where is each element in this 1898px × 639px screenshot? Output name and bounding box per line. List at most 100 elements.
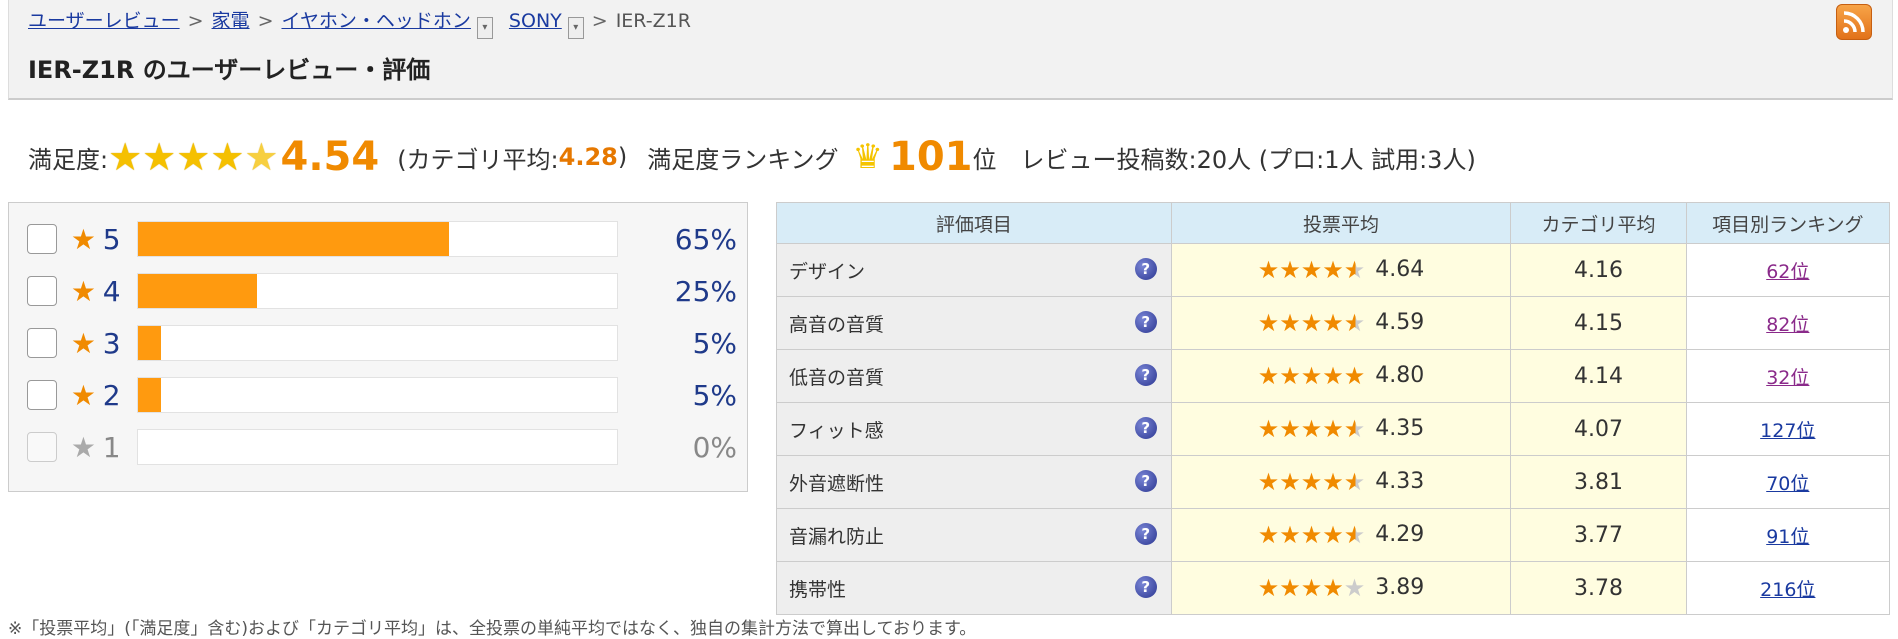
- star-icon: ★: [176, 135, 211, 179]
- question-icon[interactable]: ?: [1134, 364, 1157, 386]
- star-icon: ★: [1343, 309, 1366, 337]
- distribution-percent: 5%: [692, 378, 738, 412]
- table-row: 高音の音質? ★★★★★ 4.59 4.15 82位: [776, 296, 1891, 350]
- criterion-ranking: 216位: [1685, 561, 1891, 615]
- star-icon: ★: [1322, 574, 1344, 602]
- filter-checkbox: [27, 432, 57, 462]
- category-average: 3.81: [1510, 455, 1687, 509]
- criterion-name: 低音の音質?: [776, 349, 1172, 403]
- breadcrumb-link-appliances[interactable]: 家電: [212, 10, 250, 32]
- criterion-name: 外音遮断性?: [776, 455, 1172, 509]
- star-icon: ★: [1343, 521, 1366, 549]
- dropdown-icon[interactable]: ▾: [567, 17, 584, 39]
- satisfaction-label: 満足度:: [28, 145, 109, 174]
- star-icon: ★: [1279, 574, 1301, 602]
- star-icon: ★: [1300, 362, 1323, 390]
- category-average-suffix: ): [617, 143, 628, 171]
- star-icon: ★: [70, 430, 96, 464]
- distribution-bar: [136, 377, 618, 413]
- distribution-percent: 0%: [692, 430, 738, 464]
- vote-average: ★★★★★ 4.64: [1170, 243, 1512, 297]
- breadcrumb-current: IER-Z1R: [615, 10, 691, 32]
- question-icon[interactable]: ?: [1134, 523, 1157, 545]
- filter-checkbox[interactable]: [27, 380, 57, 410]
- question-icon[interactable]: ?: [1134, 258, 1157, 280]
- table-row: 携帯性? ★★★★★ 3.89 3.78 216位: [776, 561, 1891, 615]
- ranking-link[interactable]: 70位: [1766, 473, 1809, 495]
- filter-checkbox[interactable]: [27, 224, 57, 254]
- dropdown-icon[interactable]: ▾: [476, 17, 493, 39]
- distribution-bar: [136, 429, 618, 465]
- star-icon: ★: [1279, 362, 1301, 390]
- distribution-bar-fill: [137, 378, 162, 412]
- table-header: 評価項目: [776, 202, 1172, 244]
- table-header-row: 評価項目 投票平均 カテゴリ平均 項目別ランキング: [776, 202, 1891, 244]
- criterion-label: フィット感: [789, 419, 884, 442]
- ranking-link[interactable]: 62位: [1766, 261, 1809, 283]
- category-average: 4.16: [1510, 243, 1687, 297]
- distribution-row: ★ 4 25%: [27, 271, 737, 311]
- question-icon[interactable]: ?: [1134, 417, 1157, 439]
- star-icon: ★: [1257, 521, 1280, 549]
- criterion-name: 音漏れ防止?: [776, 508, 1172, 562]
- filter-checkbox[interactable]: [27, 276, 57, 306]
- filter-checkbox[interactable]: [27, 328, 57, 358]
- distribution-bar: [136, 273, 618, 309]
- vote-average-value: 4.35: [1375, 416, 1425, 441]
- breadcrumb-separator: >: [591, 10, 608, 32]
- ranking-link[interactable]: 216位: [1760, 579, 1815, 601]
- ranking-link[interactable]: 127位: [1760, 420, 1815, 442]
- category-average: 4.07: [1510, 402, 1687, 456]
- breadcrumb-link-earphones[interactable]: イヤホン・ヘッドホン: [281, 10, 470, 32]
- star-level: 2: [102, 378, 121, 412]
- star-icon: ★: [1257, 468, 1280, 496]
- criterion-label: 高音の音質: [789, 313, 885, 336]
- star-icon: ★: [70, 326, 96, 360]
- distribution-row: ★ 3 5%: [27, 323, 737, 363]
- ranking-label: 満足度ランキング: [647, 145, 839, 174]
- star-icon: ★: [1322, 309, 1344, 337]
- star-icon: ★: [1279, 415, 1301, 443]
- star-icon: ★: [1257, 574, 1280, 602]
- star-icon: ★: [1343, 415, 1366, 443]
- rss-icon[interactable]: [1836, 4, 1872, 40]
- star-icon: ★: [1279, 309, 1301, 337]
- star-icon: ★: [1322, 256, 1344, 284]
- vote-average-value: 4.80: [1375, 363, 1425, 388]
- vote-average: ★★★★★ 4.35: [1170, 402, 1512, 456]
- criterion-name: 高音の音質?: [776, 296, 1172, 350]
- breadcrumb-link-sony[interactable]: SONY: [509, 10, 562, 32]
- criterion-ranking: 62位: [1685, 243, 1891, 297]
- ranking-link[interactable]: 82位: [1766, 314, 1809, 336]
- vote-average: ★★★★★ 4.80: [1170, 349, 1512, 403]
- ranking-link[interactable]: 32位: [1766, 367, 1809, 389]
- star-icon: ★: [1343, 468, 1366, 496]
- star-icon: ★: [70, 222, 96, 256]
- star-icon: ★: [1343, 362, 1366, 390]
- category-average: 3.77: [1510, 508, 1687, 562]
- question-icon[interactable]: ?: [1134, 311, 1157, 333]
- question-icon[interactable]: ?: [1134, 576, 1157, 598]
- question-icon[interactable]: ?: [1134, 470, 1157, 492]
- star-icon: ★: [1300, 521, 1323, 549]
- star-icon: ★: [1279, 256, 1301, 284]
- criterion-stars: ★★★★★: [1258, 256, 1366, 284]
- footnote: ※「投票平均」(「満足度」含む)および「カテゴリ平均」は、全投票の単純平均ではな…: [8, 619, 977, 639]
- vote-average-value: 4.64: [1375, 257, 1425, 282]
- table-header: カテゴリ平均: [1510, 202, 1687, 244]
- table-row: デザイン? ★★★★★ 4.64 4.16 62位: [776, 243, 1891, 297]
- criterion-ranking: 82位: [1685, 296, 1891, 350]
- star-icon: ★: [1300, 468, 1323, 496]
- table-header: 項目別ランキング: [1685, 202, 1891, 244]
- distribution-row: ★ 5 65%: [27, 219, 737, 259]
- breadcrumb-link-reviews[interactable]: ユーザーレビュー: [28, 10, 180, 32]
- criterion-ranking: 32位: [1685, 349, 1891, 403]
- ranking-link[interactable]: 91位: [1766, 526, 1809, 548]
- criterion-label: 外音遮断性: [789, 472, 885, 495]
- star-icon: ★: [1343, 256, 1366, 284]
- star-icon: ★: [1343, 574, 1366, 602]
- star-icon: ★: [1300, 574, 1323, 602]
- distribution-bar-fill: [137, 326, 162, 360]
- review-count: レビュー投稿数:20人 (プロ:1人 試用:3人): [1020, 145, 1476, 174]
- star-icon: ★: [1300, 256, 1323, 284]
